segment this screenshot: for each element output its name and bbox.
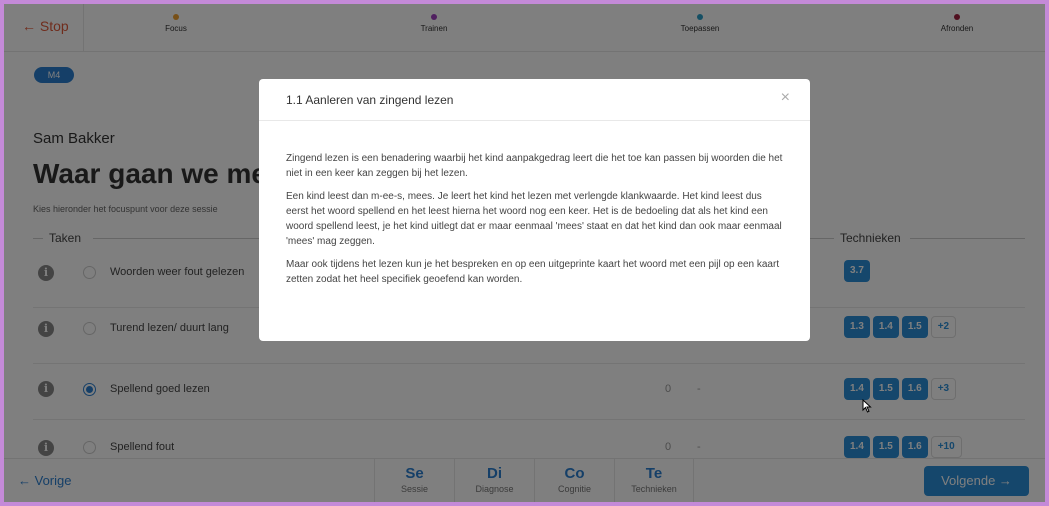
modal-paragraph: Maar ook tijdens het lezen kun je het be… [286,259,780,285]
modal-body: Zingend lezen is een benadering waarbij … [259,121,810,287]
modal-paragraph: Een kind leest dan m-ee-s, mees. Je leer… [286,191,782,247]
mouse-cursor-icon [862,399,872,413]
modal-header: 1.1 Aanleren van zingend lezen × [259,79,810,121]
technique-info-modal: 1.1 Aanleren van zingend lezen × Zingend… [259,79,810,341]
modal-title: 1.1 Aanleren van zingend lezen [286,93,454,107]
close-icon[interactable]: × [781,89,790,107]
modal-paragraph: Zingend lezen is een benadering waarbij … [286,153,783,179]
